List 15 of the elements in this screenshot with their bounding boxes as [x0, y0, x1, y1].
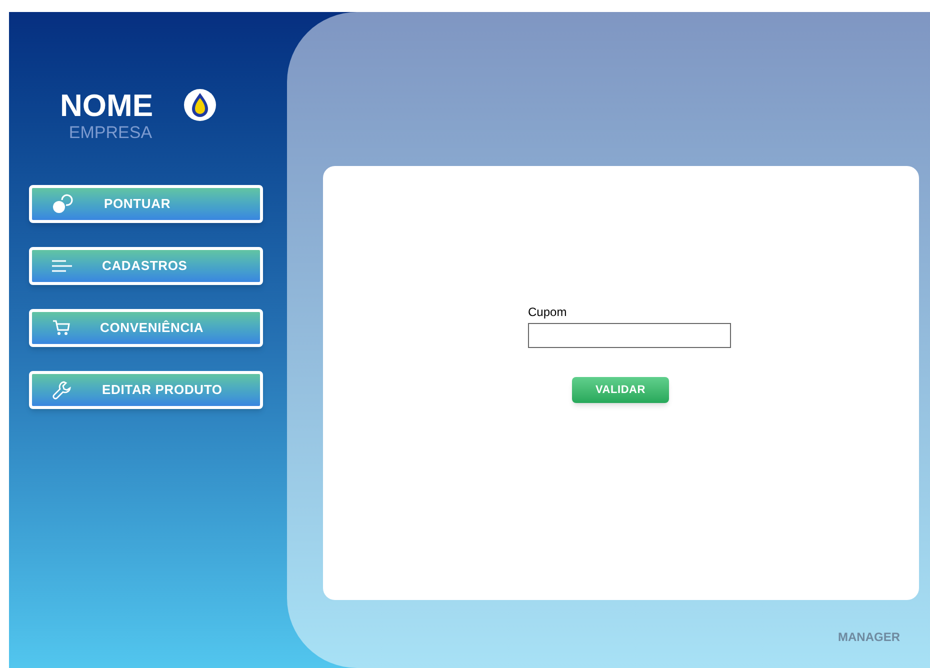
cart-icon — [52, 320, 70, 336]
brand-name: NOME — [60, 89, 153, 123]
menu-button[interactable]: PONTUAR — [29, 185, 263, 223]
brand-subtitle: EMPRESA — [68, 123, 152, 143]
wrench-icon — [52, 380, 72, 400]
menu-button[interactable]: EDITAR PRODUTO — [29, 371, 263, 409]
flame-logo-icon — [183, 88, 217, 122]
coupon-label: Cupom — [528, 304, 568, 320]
lines-icon — [52, 260, 72, 272]
circles-icon — [52, 194, 74, 214]
menu-button[interactable]: CADASTROS — [29, 247, 263, 285]
coupon-input-field[interactable] — [528, 323, 731, 348]
menu-button[interactable]: CONVENIÊNCIA — [29, 309, 263, 347]
footer-text: MANAGER — [838, 629, 900, 646]
validate-button[interactable]: VALIDAR — [572, 377, 669, 403]
